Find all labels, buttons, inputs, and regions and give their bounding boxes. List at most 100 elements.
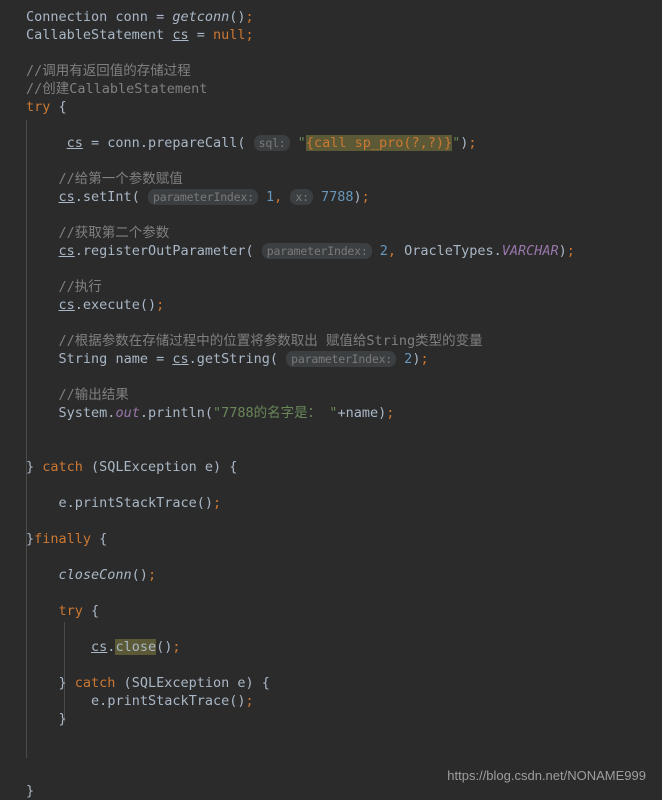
code-line: Connection conn = getconn(); xyxy=(0,8,662,26)
comment-token: //创建CallableStatement xyxy=(26,81,208,97)
code-editor[interactable]: Connection conn = getconn(); CallableSta… xyxy=(0,0,662,799)
type-token: String xyxy=(58,351,108,367)
semicolon: ; xyxy=(386,405,395,421)
dot: . xyxy=(188,351,197,367)
field-token-cs: cs xyxy=(58,243,75,259)
brace: { xyxy=(91,531,108,547)
semicolon: ; xyxy=(361,189,370,205)
variable-token: conn xyxy=(115,9,148,25)
field-token-cs: cs xyxy=(58,297,75,313)
keyword-null: null xyxy=(212,27,246,43)
semicolon: ; xyxy=(566,243,575,259)
brace: } xyxy=(26,783,35,799)
sql-injection-highlight: {call sp_pro(?,?)} xyxy=(305,135,453,151)
watermark-url: https://blog.csdn.net/NONAME999 xyxy=(447,768,646,783)
dot: . xyxy=(74,297,83,313)
field-token-cs: cs xyxy=(66,135,83,151)
paren: () xyxy=(229,693,246,709)
semicolon: ; xyxy=(212,495,222,511)
code-line: cs.execute(); xyxy=(0,296,662,314)
number-token: 7788 xyxy=(320,189,354,205)
code-lines[interactable]: Connection conn = getconn(); CallableSta… xyxy=(0,8,662,800)
type-token: OracleTypes xyxy=(404,243,494,259)
dot: . xyxy=(139,135,148,151)
static-field-token: VARCHAR xyxy=(501,243,559,259)
brace: } xyxy=(26,531,35,547)
param-hint-sql: sql: xyxy=(253,135,290,151)
semicolon: ; xyxy=(468,135,477,151)
type-token: System xyxy=(58,405,108,421)
comment-token: //给第一个参数赋值 xyxy=(58,171,183,187)
code-line: //根据参数在存储过程中的位置将参数取出 赋值给String类型的变量 xyxy=(0,332,662,350)
keyword-catch: catch xyxy=(74,675,116,691)
code-line: }finally { xyxy=(0,530,662,548)
paren: () xyxy=(196,495,213,511)
type-token: CallableStatement xyxy=(26,27,165,43)
variable-token: conn xyxy=(107,135,140,151)
paren: ) xyxy=(558,243,567,259)
code-line: e.printStackTrace(); xyxy=(0,494,662,512)
method-token: printStackTrace xyxy=(107,693,230,709)
code-line: cs = conn.prepareCall( sql: "{call sp_pr… xyxy=(0,134,662,152)
paren: ) xyxy=(378,405,387,421)
comment-token: //执行 xyxy=(58,279,102,295)
param-hint-x: x: xyxy=(290,189,313,205)
variable-token: e xyxy=(91,693,100,709)
paren: ( xyxy=(237,135,254,151)
comment-token: //根据参数在存储过程中的位置将参数取出 赋值给String类型的变量 xyxy=(58,333,483,349)
variable-token: e xyxy=(204,459,213,475)
brace: } xyxy=(58,711,67,727)
assign-token: = xyxy=(82,135,108,151)
variable-token: e xyxy=(237,675,246,691)
dot: . xyxy=(74,243,83,259)
code-line: } catch (SQLException e) { xyxy=(0,674,662,692)
string-literal: 7788的名字是： xyxy=(221,405,330,421)
field-token-cs: cs xyxy=(58,189,75,205)
field-token-cs: cs xyxy=(172,27,189,43)
code-line: } catch (SQLException e) { xyxy=(0,458,662,476)
code-line: //输出结果 xyxy=(0,386,662,404)
paren: ( xyxy=(245,243,262,259)
plus-operator: + xyxy=(337,405,346,421)
keyword-catch: catch xyxy=(42,459,83,475)
paren: ) xyxy=(353,189,362,205)
dot: . xyxy=(139,405,148,421)
brace: ) { xyxy=(245,675,270,691)
paren: () xyxy=(139,297,157,313)
assign-token: = xyxy=(188,27,213,43)
code-line: //执行 xyxy=(0,278,662,296)
field-token-cs: cs xyxy=(91,639,108,655)
code-line: //给第一个参数赋值 xyxy=(0,170,662,188)
method-token: setInt xyxy=(82,189,132,205)
method-token: closeConn xyxy=(58,567,132,583)
paren: ( xyxy=(131,189,148,205)
code-line: //调用有返回值的存储过程 xyxy=(0,62,662,80)
method-token: printStackTrace xyxy=(74,495,197,511)
semicolon: ; xyxy=(420,351,429,367)
comment-token: //调用有返回值的存储过程 xyxy=(26,63,191,79)
